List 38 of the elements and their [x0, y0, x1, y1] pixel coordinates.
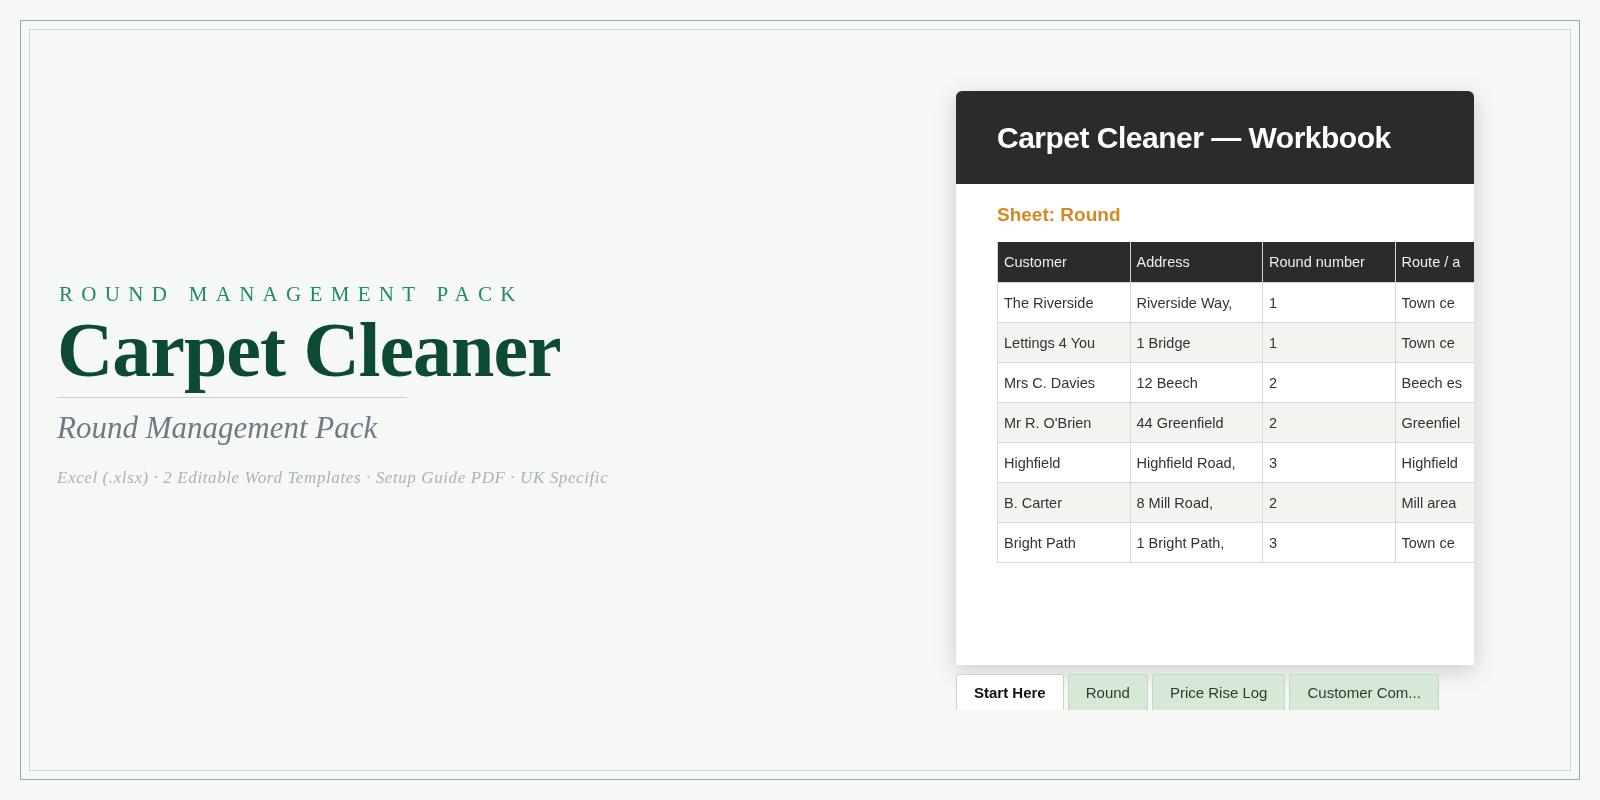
table-cell: 1: [1262, 322, 1395, 363]
table-cell: The Riverside: [997, 282, 1130, 323]
table-cell: 1 Bright Path,: [1130, 522, 1263, 563]
table-cell: Highfield: [997, 442, 1130, 483]
column-header: Route / a: [1395, 242, 1474, 283]
product-title: Carpet Cleaner: [57, 309, 561, 391]
sheet-tab[interactable]: Round: [1067, 674, 1148, 710]
workbook-title: Carpet Cleaner — Workbook: [997, 120, 1391, 155]
table-cell: 44 Greenfield: [1130, 402, 1263, 443]
column-header: Customer: [997, 242, 1130, 283]
table-cell: Mr R. O'Brien: [997, 402, 1130, 443]
sheet-tab[interactable]: Price Rise Log: [1151, 674, 1286, 710]
eyebrow-text: ROUND MANAGEMENT PACK: [59, 282, 524, 307]
sheet-tab[interactable]: Start Here: [956, 674, 1064, 710]
table-cell: 2: [1262, 402, 1395, 443]
table-cell: Greenfiel: [1395, 402, 1474, 443]
table-cell: Town ce: [1395, 322, 1474, 363]
table-cell: 12 Beech: [1130, 362, 1263, 403]
table-cell: 3: [1262, 442, 1395, 483]
table-cell: 3: [1262, 522, 1395, 563]
column-header: Address: [1130, 242, 1263, 283]
table-cell: Mill area: [1395, 482, 1474, 523]
product-subtitle: Round Management Pack: [57, 409, 378, 446]
table-cell: 2: [1262, 482, 1395, 523]
table-cell: B. Carter: [997, 482, 1130, 523]
feature-list: Excel (.xlsx) · 2 Editable Word Templates · Setup Guide PDF · UK Specific: [57, 467, 609, 488]
sheet-tab[interactable]: Customer Com...: [1289, 674, 1439, 710]
column-header: Round number: [1262, 242, 1395, 283]
table-cell: Riverside Way,: [1130, 282, 1263, 323]
table-cell: 8 Mill Road,: [1130, 482, 1263, 523]
sheet-label: Sheet: Round: [997, 204, 1121, 226]
table-cell: 1 Bridge: [1130, 322, 1263, 363]
table-cell: Bright Path: [997, 522, 1130, 563]
table-cell: 2: [1262, 362, 1395, 403]
table-cell: Highfield Road,: [1130, 442, 1263, 483]
table-cell: Lettings 4 You: [997, 322, 1130, 363]
table-cell: 1: [1262, 282, 1395, 323]
table-cell: Mrs C. Davies: [997, 362, 1130, 403]
